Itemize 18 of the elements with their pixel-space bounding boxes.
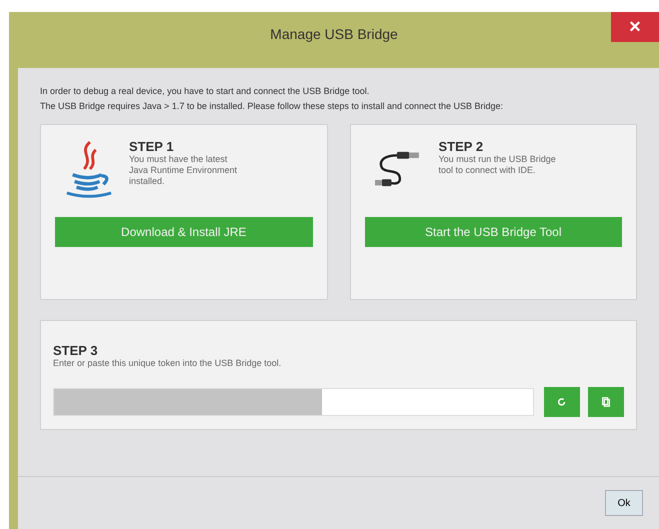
refresh-button[interactable]: [544, 387, 580, 417]
token-field[interactable]: [53, 388, 534, 416]
coffee-cup-icon: [65, 139, 113, 199]
step-button[interactable]: Start the USB Bridge Tool: [364, 217, 622, 247]
window-title: Manage USB Bridge: [270, 26, 398, 42]
step-description: You must run the USB Bridge tool to connect with IDE.: [438, 154, 556, 176]
copy-icon: [601, 397, 611, 407]
copy-button[interactable]: [588, 387, 624, 417]
refresh-icon: [557, 397, 567, 407]
step-title: STEP 1: [129, 139, 175, 154]
ok-button[interactable]: Ok: [605, 490, 643, 516]
step-title: STEP 2: [438, 139, 484, 154]
step-button[interactable]: Download & Install JRE: [55, 217, 312, 247]
step-description: Enter or paste this unique token into the USB Bridge tool.: [53, 358, 282, 369]
step-description: You must have the latest Java Runtime Environment installed.: [129, 154, 238, 187]
step-title: STEP 3: [53, 343, 99, 358]
intro-text: In order to debug a real device, you have to start and connect the USB Bridge tool. The USB Bridge requires Java > 1.7 to be installed. Please follow these steps to install and connect the USB Bridge:: [40, 85, 504, 113]
close-button[interactable]: ×: [611, 12, 659, 42]
